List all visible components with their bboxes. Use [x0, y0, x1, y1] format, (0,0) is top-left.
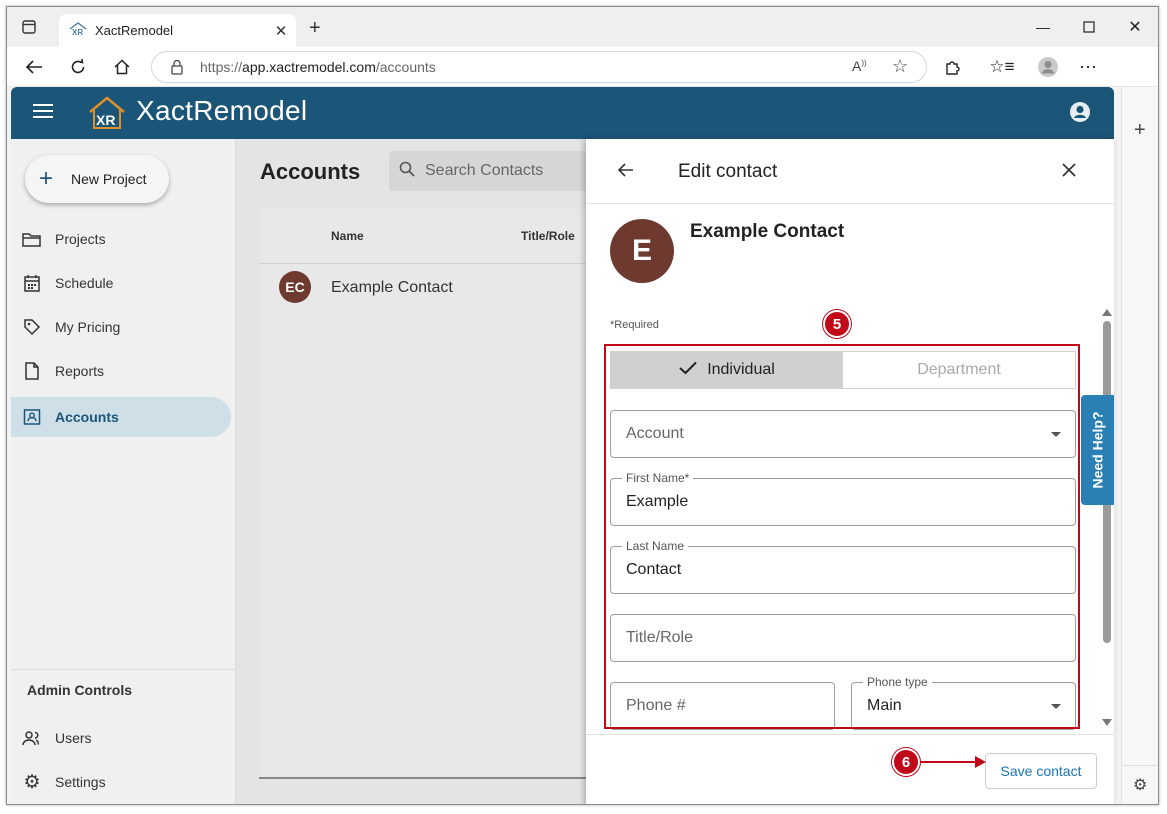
document-icon — [21, 360, 43, 382]
home-icon[interactable] — [107, 53, 137, 81]
close-icon[interactable] — [1062, 163, 1076, 182]
users-icon — [21, 727, 43, 749]
panel-settings-icon[interactable]: ⚙ — [1133, 775, 1147, 795]
more-menu-icon[interactable]: ⋯ — [1073, 53, 1103, 81]
scroll-down-icon[interactable] — [1102, 719, 1112, 726]
back-arrow-icon[interactable] — [617, 163, 634, 182]
url-protocol: https:// — [200, 59, 243, 75]
site-favicon-icon: XR — [69, 22, 87, 39]
address-bar-row: https://app.xactremodel.com/accounts A))… — [7, 47, 1158, 87]
browser-tab[interactable]: XR XactRemodel ✕ — [59, 14, 296, 47]
sidebar-item-schedule[interactable]: Schedule — [11, 263, 231, 303]
favorites-icon[interactable]: ☆≡ — [987, 53, 1017, 81]
sidebar-item-users[interactable]: Users — [11, 718, 231, 758]
sidebar-item-my-pricing[interactable]: My Pricing — [11, 307, 231, 347]
drawer-scrollbar[interactable] — [1102, 309, 1112, 729]
tag-icon — [21, 316, 43, 338]
back-icon[interactable] — [19, 53, 49, 81]
highlight-box — [604, 344, 1080, 729]
folder-icon — [21, 228, 43, 250]
tab-title: XactRemodel — [95, 23, 174, 38]
search-placeholder: Search Contacts — [425, 162, 544, 179]
gear-icon: ⚙ — [23, 771, 41, 793]
page-title: Accounts — [260, 159, 361, 184]
contacts-table: Name Title/Role EC Example Contact — [259, 209, 619, 779]
add-panel-icon[interactable]: + — [1134, 119, 1146, 142]
sidebar-item-label: Accounts — [55, 409, 119, 425]
minimize-icon[interactable]: — — [1020, 7, 1066, 47]
drawer-footer: Save contact — [586, 734, 1114, 804]
avatar: EC — [279, 271, 311, 303]
search-input[interactable]: Search Contacts — [389, 151, 619, 191]
refresh-icon[interactable] — [63, 53, 93, 81]
sidebar-item-projects[interactable]: Projects — [11, 219, 231, 259]
sidebar-item-label: Users — [55, 730, 92, 746]
plus-icon: + — [39, 165, 54, 192]
profile-icon[interactable] — [1033, 53, 1063, 81]
required-note: *Required — [610, 319, 659, 331]
favorite-star-icon[interactable]: ☆ — [892, 56, 908, 77]
browser-window: XR XactRemodel ✕ + — ✕ https://app.xactr… — [6, 6, 1159, 805]
drawer-title: Edit contact — [678, 161, 778, 182]
column-header-name[interactable]: Name — [331, 229, 364, 243]
sidebar-item-label: Schedule — [55, 275, 114, 291]
step-badge-6: 6 — [892, 748, 920, 776]
hamburger-menu-icon[interactable] — [33, 103, 53, 124]
browser-side-panel: + ⚙ — [1121, 87, 1158, 804]
url-field[interactable]: https://app.xactremodel.com/accounts A))… — [151, 51, 927, 83]
sidebar-item-label: Reports — [55, 363, 105, 379]
new-project-label: New Project — [71, 171, 147, 187]
new-tab-icon[interactable]: + — [309, 17, 321, 40]
sidebar-item-label: My Pricing — [55, 319, 121, 335]
sidebar-item-label: Settings — [55, 774, 106, 790]
app-brand-name: XactRemodel — [136, 95, 308, 126]
contact-name-cell[interactable]: Example Contact — [331, 279, 453, 297]
scroll-up-icon[interactable] — [1102, 309, 1112, 316]
step-badge-5: 5 — [823, 310, 851, 338]
xactremodel-logo-icon: XR — [87, 95, 127, 136]
sidebar: + New Project Projects Schedule My Prici… — [11, 139, 236, 804]
admin-controls-title: Admin Controls — [27, 682, 132, 698]
contact-name: Example Contact — [690, 221, 845, 242]
save-contact-button[interactable]: Save contact — [985, 753, 1097, 789]
pointer-arrowhead-icon — [975, 756, 986, 768]
contact-card-icon — [21, 406, 43, 428]
sidebar-item-accounts[interactable]: Accounts — [11, 397, 231, 437]
new-project-button[interactable]: + New Project — [25, 155, 169, 203]
svg-text:XR: XR — [72, 28, 83, 36]
tab-actions-icon[interactable] — [21, 19, 37, 35]
lock-icon[interactable] — [170, 59, 184, 78]
app-header: XR XactRemodel — [11, 87, 1114, 139]
calendar-icon — [21, 272, 43, 294]
account-circle-icon[interactable] — [1069, 101, 1091, 128]
tab-close-icon[interactable]: ✕ — [270, 22, 292, 40]
read-aloud-icon[interactable]: A)) — [852, 58, 867, 74]
need-help-button[interactable]: Need Help? — [1081, 395, 1114, 505]
tab-bar: XR XactRemodel ✕ + — ✕ — [7, 7, 1158, 47]
sidebar-item-settings[interactable]: ⚙ Settings — [11, 762, 231, 802]
url-host: app.xactremodel.com — [242, 59, 376, 75]
column-header-title-role[interactable]: Title/Role — [521, 229, 575, 243]
pointer-arrow-line — [920, 761, 978, 763]
admin-controls-section: Admin Controls Users ⚙ Settings — [11, 669, 236, 793]
search-icon — [399, 161, 415, 182]
sidebar-item-label: Projects — [55, 231, 106, 247]
url-path: /accounts — [375, 59, 436, 75]
sidebar-item-reports[interactable]: Reports — [11, 351, 231, 391]
avatar: E — [610, 219, 674, 283]
maximize-icon[interactable] — [1066, 7, 1112, 47]
svg-text:XR: XR — [96, 112, 115, 128]
extensions-icon[interactable] — [937, 53, 967, 81]
close-window-icon[interactable]: ✕ — [1112, 7, 1158, 47]
